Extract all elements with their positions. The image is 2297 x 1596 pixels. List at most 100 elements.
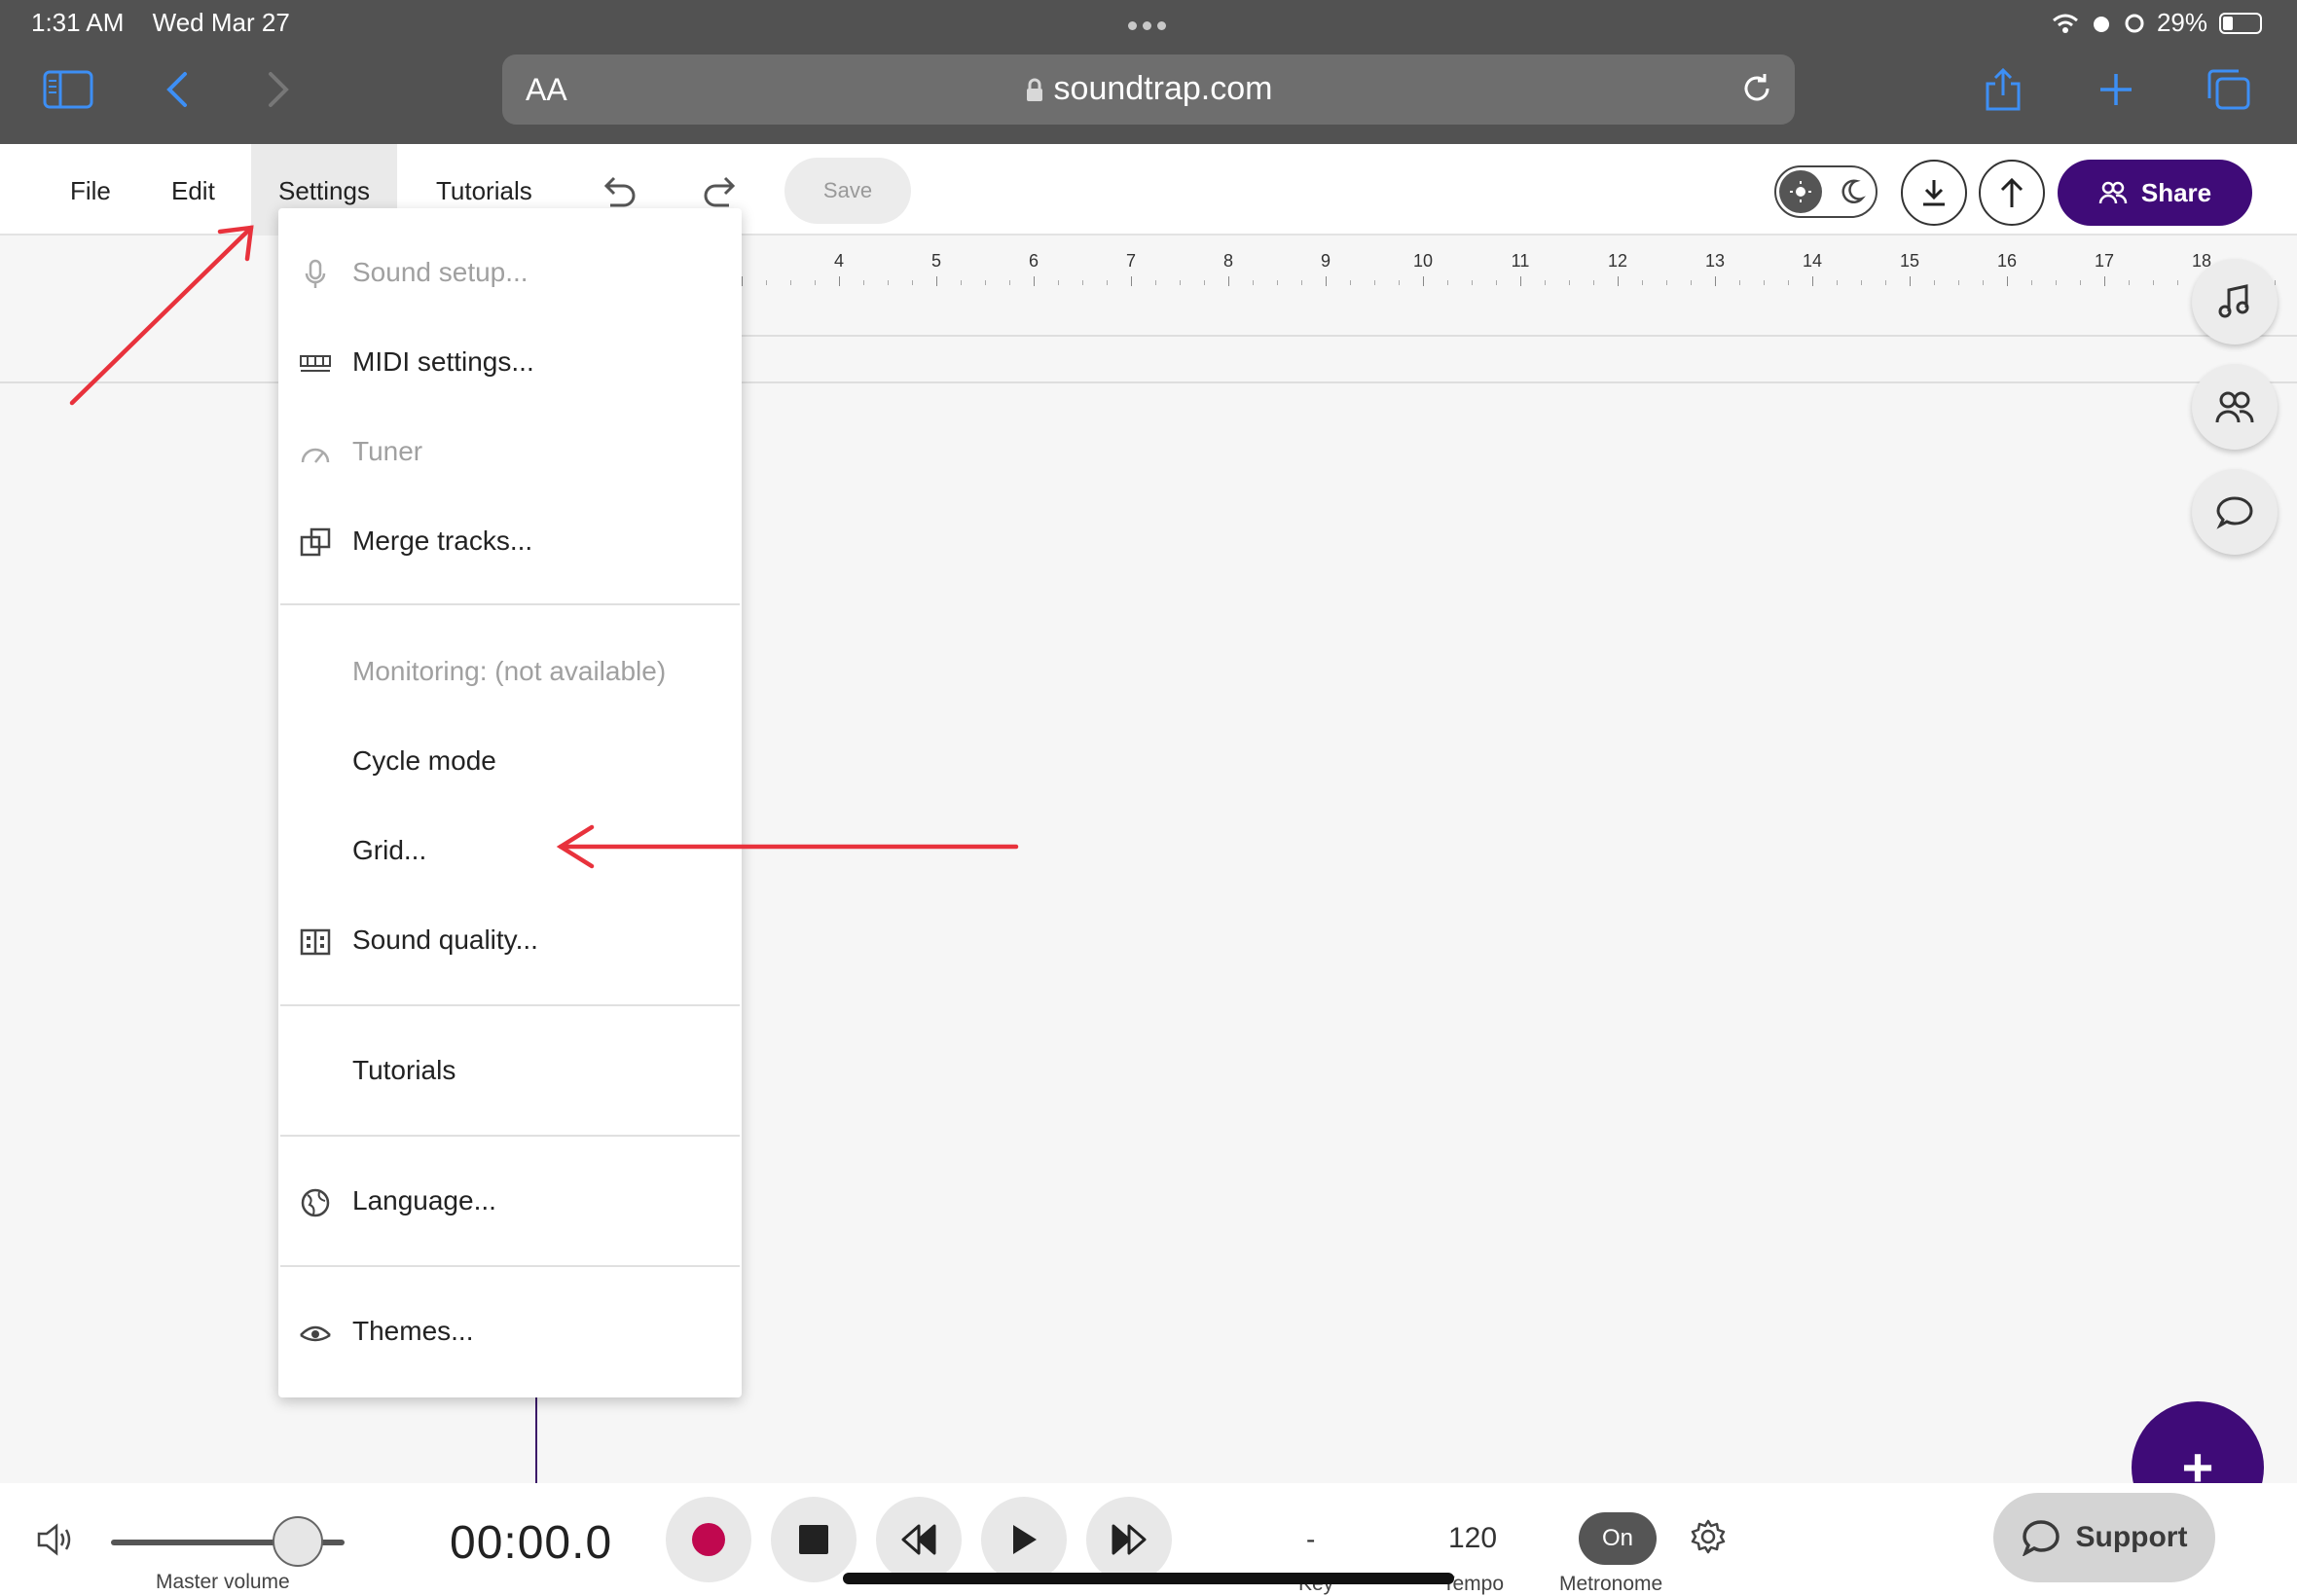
ruler-tick: [1910, 276, 1911, 286]
menu-divider: [280, 1135, 740, 1137]
menu-item-label: Tutorials: [352, 1055, 456, 1085]
settings-dropdown: Sound setup... MIDI settings... Tuner Me…: [278, 208, 742, 1397]
forward-icon[interactable]: [249, 60, 308, 119]
ruler-tick: [985, 280, 986, 285]
master-volume-handle[interactable]: [273, 1516, 323, 1567]
tabs-overview-icon[interactable]: [2200, 60, 2258, 119]
playhead[interactable]: [535, 1392, 537, 1485]
sidebar-toggle-icon[interactable]: [39, 60, 97, 119]
theme-toggle[interactable]: [1774, 165, 1878, 218]
ruler-tick: [1715, 276, 1716, 286]
fast-forward-button[interactable]: [1086, 1497, 1172, 1582]
ruler-tick: [1885, 280, 1886, 285]
support-label: Support: [2075, 1521, 2188, 1553]
ruler-tick-label: 16: [1996, 251, 2018, 271]
menu-item-merge-tracks[interactable]: Merge tracks...: [278, 504, 742, 582]
menu-item-sound-setup[interactable]: Sound setup...: [278, 236, 742, 313]
ruler-tick-label: 4: [833, 251, 845, 271]
url-display[interactable]: soundtrap.com: [502, 70, 1795, 108]
menu-item-tuner[interactable]: Tuner: [278, 415, 742, 492]
ruler-tick: [1496, 280, 1497, 285]
record-button[interactable]: [666, 1497, 751, 1582]
download-button[interactable]: [1901, 160, 1967, 226]
menu-item-midi-settings[interactable]: MIDI settings...: [278, 325, 742, 403]
ruler-tick-label: 15: [1899, 251, 1920, 271]
key-value[interactable]: -: [1306, 1524, 1315, 1555]
stop-button[interactable]: [771, 1497, 857, 1582]
share-button[interactable]: Share: [2058, 160, 2252, 226]
ruler-tick: [912, 280, 913, 285]
menu-item-themes[interactable]: Themes...: [278, 1294, 742, 1372]
menu-edit[interactable]: Edit: [144, 144, 242, 236]
gear-icon[interactable]: [1690, 1518, 1727, 1555]
back-icon[interactable]: [148, 60, 206, 119]
time-display: 00:00.0: [450, 1517, 613, 1569]
ruler-tick: [1301, 280, 1302, 285]
ruler-tick-label: 7: [1125, 251, 1137, 271]
menu-item-label: Grid...: [352, 835, 427, 865]
ruler-tick: [742, 276, 743, 286]
metronome-toggle[interactable]: On: [1579, 1512, 1657, 1565]
ruler-tick: [1131, 276, 1132, 286]
reload-icon[interactable]: [1738, 70, 1775, 107]
ruler-tick: [1545, 280, 1546, 285]
menu-item-monitoring[interactable]: Monitoring: (not available): [278, 635, 742, 712]
menu-item-label: Sound quality...: [352, 925, 538, 955]
tempo-value[interactable]: 120: [1448, 1522, 1497, 1555]
menu-divider: [280, 603, 740, 605]
save-button[interactable]: Save: [784, 158, 911, 224]
ruler-tick: [1593, 280, 1594, 285]
ruler-tick: [1326, 276, 1327, 286]
collaborators-button[interactable]: [2192, 364, 2278, 450]
ruler-tick: [1520, 276, 1521, 286]
ruler-tick: [1277, 280, 1278, 285]
moon-icon: [1841, 179, 1866, 203]
ruler-tick-label: 6: [1028, 251, 1039, 271]
menu-item-grid[interactable]: Grid...: [278, 814, 742, 891]
redo-icon[interactable]: [697, 165, 746, 214]
play-button[interactable]: [981, 1497, 1067, 1582]
support-button[interactable]: Support: [1993, 1493, 2215, 1582]
ruler-tick: [1009, 280, 1010, 285]
rewind-button[interactable]: [876, 1497, 962, 1582]
menu-file[interactable]: File: [43, 144, 138, 236]
ruler-tick: [1472, 280, 1473, 285]
share-label: Share: [2140, 177, 2212, 207]
speaker-icon[interactable]: [35, 1522, 74, 1557]
ruler-tick: [839, 276, 840, 286]
ruler-tick-label: 17: [2094, 251, 2115, 271]
chat-button[interactable]: [2192, 469, 2278, 555]
ruler-tick: [1058, 280, 1059, 285]
ruler-tick-label: 9: [1320, 251, 1331, 271]
upload-button[interactable]: [1979, 160, 2045, 226]
ruler-tick: [1107, 280, 1108, 285]
music-notes-button[interactable]: [2192, 259, 2278, 345]
share-sheet-icon[interactable]: [1974, 60, 2032, 119]
ruler-tick: [1861, 280, 1862, 285]
menu-item-language[interactable]: Language...: [278, 1164, 742, 1242]
ruler-tick: [2080, 280, 2081, 285]
menu-item-label: Tuner: [352, 436, 423, 466]
midi-icon: [298, 346, 333, 381]
menu-item-cycle-mode[interactable]: Cycle mode: [278, 724, 742, 802]
address-bar[interactable]: AA soundtrap.com: [502, 54, 1795, 125]
menu-item-sound-quality[interactable]: Sound quality...: [278, 903, 742, 981]
new-tab-icon[interactable]: [2087, 60, 2145, 119]
ruler-tick: [2153, 280, 2154, 285]
merge-icon: [298, 526, 333, 561]
chat-bubble-icon: [2022, 1520, 2060, 1556]
browser-chrome: 1:31 AM Wed Mar 27 29% AA soundtrap.com: [0, 0, 2297, 144]
ruler-tick-label: 12: [1607, 251, 1628, 271]
menu-item-label: Cycle mode: [352, 745, 496, 776]
menu-item-tutorials[interactable]: Tutorials: [278, 1034, 742, 1111]
multitask-dots-icon[interactable]: [1125, 18, 1169, 35]
undo-icon[interactable]: [594, 165, 642, 214]
ruler-tick-label: 5: [930, 251, 942, 271]
ruler-tick: [1253, 280, 1254, 285]
ruler-tick: [1958, 280, 1959, 285]
menu-divider: [280, 1265, 740, 1267]
home-indicator: [843, 1573, 1454, 1584]
sound-quality-icon: [298, 925, 333, 960]
download-icon: [1923, 180, 1945, 206]
arrow-up-icon: [2000, 177, 2024, 207]
